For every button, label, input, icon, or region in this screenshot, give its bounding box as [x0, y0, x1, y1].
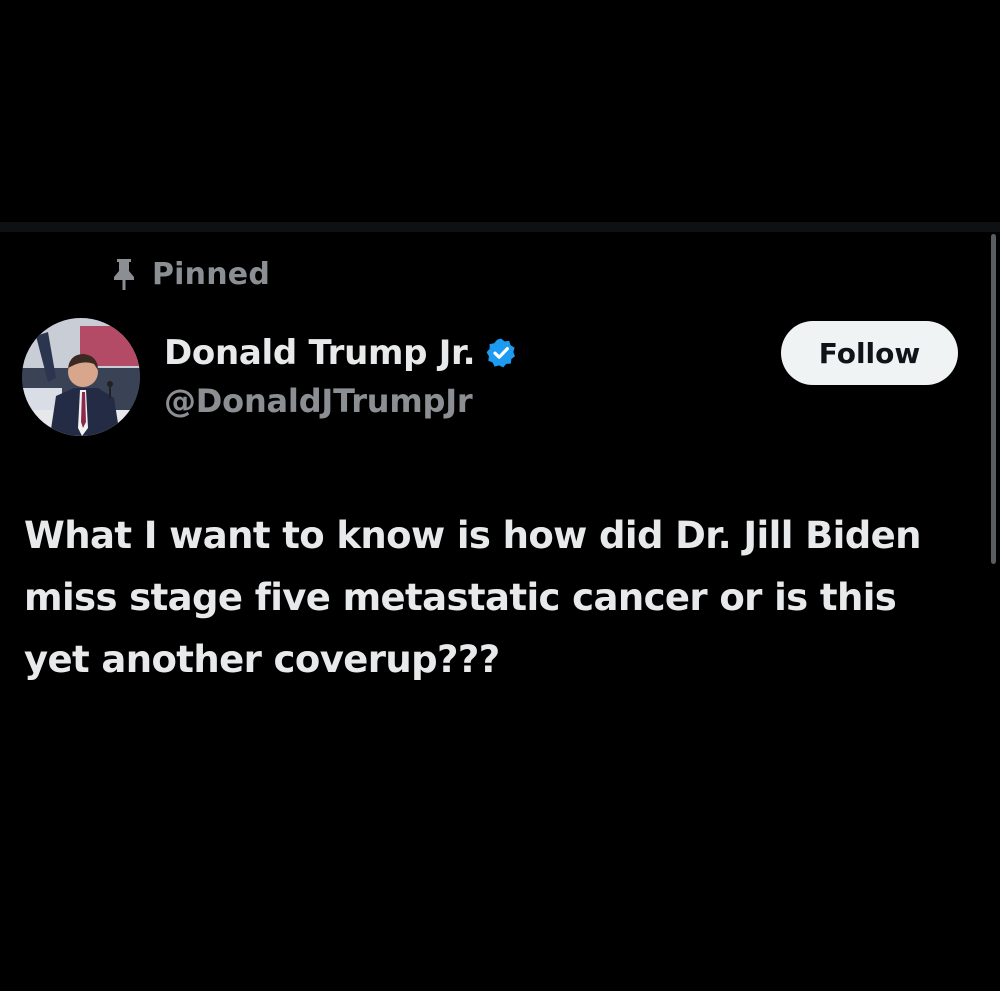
follow-button[interactable]: Follow [781, 321, 958, 385]
verified-badge-icon [485, 337, 517, 369]
tweet-line: yet another coverup??? [24, 638, 500, 681]
pinned-label: Pinned [152, 256, 271, 292]
tweet-line: What I want to know is how did Dr. Jill … [24, 514, 921, 557]
divider [0, 222, 1000, 232]
top-blank-area [0, 0, 1000, 222]
avatar[interactable] [22, 318, 140, 436]
handle[interactable]: @DonaldJTrumpJr [164, 382, 517, 420]
pin-icon [110, 257, 138, 291]
tweet-line: miss stage five metastatic cancer or is … [24, 576, 897, 619]
scrollbar[interactable] [991, 234, 996, 564]
author-name-row: Donald Trump Jr. [164, 330, 517, 376]
pinned-indicator: Pinned [110, 254, 270, 294]
display-name[interactable]: Donald Trump Jr. [164, 333, 476, 373]
author-block: Donald Trump Jr. @DonaldJTrumpJr [164, 330, 517, 420]
tweet-text: What I want to know is how did Dr. Jill … [24, 505, 984, 691]
